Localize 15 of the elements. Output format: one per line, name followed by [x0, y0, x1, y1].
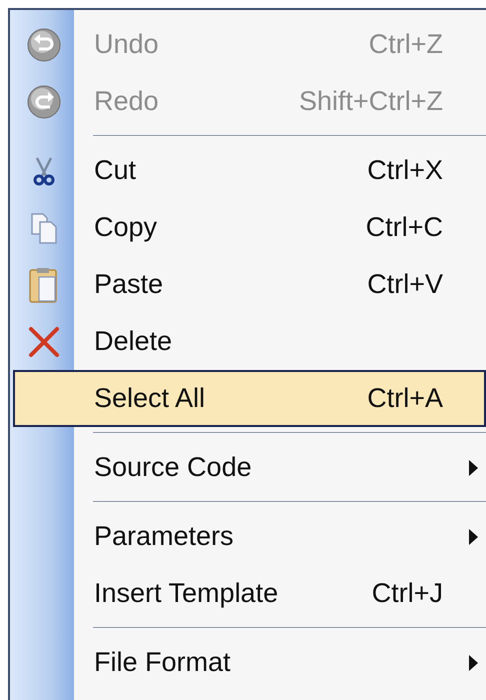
menu-item[interactable]: Select All Ctrl+A: [13, 370, 486, 427]
copy-icon: [30, 212, 58, 244]
menu-item[interactable]: Copy Ctrl+C: [10, 199, 486, 256]
clipboard-icon: [29, 266, 59, 302]
menu-item[interactable]: File Format: [10, 634, 486, 691]
menu-item[interactable]: Delete: [10, 313, 486, 370]
redo-icon: [27, 84, 61, 118]
undo-icon: [27, 28, 61, 62]
scissors-icon: [33, 156, 55, 186]
menu-item[interactable]: Parameters: [10, 508, 486, 565]
menu-item[interactable]: Source Code: [10, 439, 486, 496]
delete-icon: [28, 326, 60, 358]
menu-item[interactable]: Cut Ctrl+X: [10, 142, 486, 199]
menu-item[interactable]: Paste Ctrl+V: [10, 256, 486, 313]
menu-item[interactable]: Insert Template Ctrl+J: [10, 565, 486, 622]
